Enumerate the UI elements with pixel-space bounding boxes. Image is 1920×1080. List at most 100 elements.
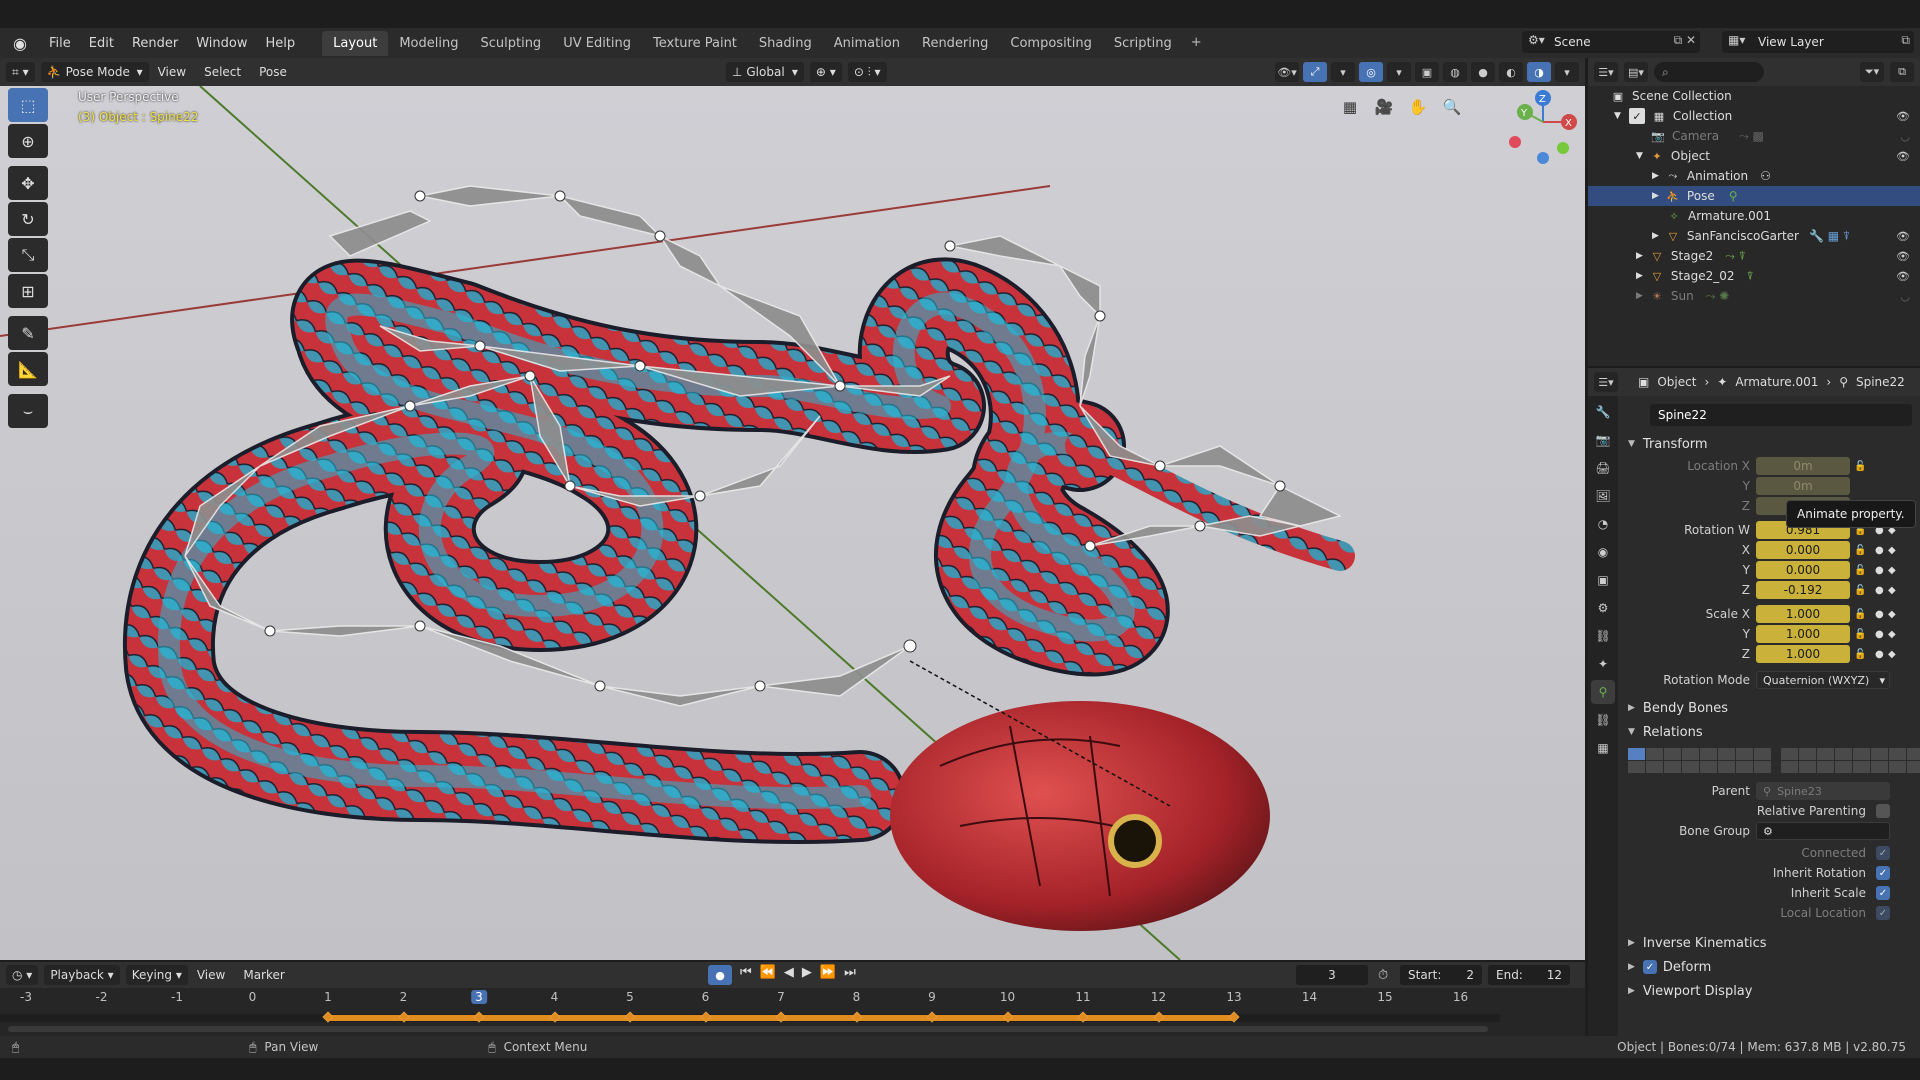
record-icon[interactable]: ● [708, 965, 732, 985]
animate-dot-icon[interactable]: ● [1875, 609, 1884, 620]
solid-shading-icon[interactable]: ● [1471, 62, 1495, 82]
outliner-row-camera[interactable]: 📷 Camera ⤳ ▩ ◡ [1588, 126, 1920, 146]
breadcrumb-object[interactable]: Object [1657, 375, 1696, 389]
add-workspace-button[interactable]: + [1183, 31, 1210, 56]
play-icon[interactable]: ▶ [802, 965, 812, 985]
keyframe-icon[interactable]: ◆ [1888, 585, 1896, 596]
frame-ruler[interactable]: -3 -2 -1 0 1 2 3 4 5 6 7 8 9 10 11 12 13 14 15 16 [0, 988, 1500, 1006]
layer-toggle[interactable] [1835, 748, 1852, 760]
wireframe-shading-icon[interactable]: ◍ [1443, 62, 1467, 82]
tab-animation[interactable]: Animation [823, 31, 911, 56]
layer-toggle[interactable] [1853, 761, 1870, 773]
frame-tick[interactable]: 11 [1075, 990, 1090, 1004]
tab-rendering[interactable]: Rendering [911, 31, 999, 56]
layer-toggle[interactable] [1628, 748, 1645, 760]
layer-toggle[interactable] [1754, 748, 1771, 760]
texture-tab-icon[interactable]: ▦ [1591, 736, 1615, 760]
frame-tick[interactable]: 15 [1377, 990, 1392, 1004]
eye-closed-icon[interactable]: ◡ [1900, 290, 1910, 303]
armature-data-tab-icon[interactable]: ✦ [1591, 652, 1615, 676]
world-tab-icon[interactable]: ◉ [1591, 540, 1615, 564]
tab-layout[interactable]: Layout [322, 30, 389, 56]
keyframe-icon[interactable]: ◆ [1888, 629, 1896, 640]
stopwatch-icon[interactable]: ⏱ [1378, 968, 1388, 983]
keyframe-icon[interactable]: ◆ [1888, 649, 1896, 660]
current-frame-field[interactable]: 3 [1296, 965, 1368, 985]
viewport-display-panel-header[interactable]: ▶ Viewport Display [1620, 979, 1920, 1003]
layer-toggle[interactable] [1781, 761, 1798, 773]
keyframe-icon[interactable]: ◆ [1888, 545, 1896, 556]
layer-toggle[interactable] [1700, 748, 1717, 760]
outliner-row-stage2-02[interactable]: ▶ ▽ Stage2_02 ⍒ 👁 [1588, 266, 1920, 286]
animate-dot-icon[interactable]: ● [1875, 565, 1884, 576]
layer-toggle[interactable] [1718, 761, 1735, 773]
tab-shading[interactable]: Shading [748, 31, 823, 56]
eye-icon[interactable]: 👁 [1896, 230, 1910, 243]
tab-compositing[interactable]: Compositing [999, 31, 1103, 56]
gizmo-dropdown-icon[interactable]: ▾ [1331, 62, 1355, 82]
layer-toggle[interactable] [1817, 761, 1834, 773]
pivot-dropdown[interactable]: ⊕ ▾ [809, 62, 842, 82]
frame-tick[interactable]: 13 [1226, 990, 1241, 1004]
frame-tick[interactable]: 14 [1302, 990, 1317, 1004]
scene-selector[interactable]: ⚙▾ Scene ⧉ ✕ [1522, 31, 1700, 53]
layer-toggle[interactable] [1628, 761, 1645, 773]
zoom-icon[interactable]: 🔍 [1439, 94, 1465, 120]
layer-toggle[interactable] [1682, 761, 1699, 773]
outliner-row-pose[interactable]: ▶ ⛹ Pose ⚲ [1588, 186, 1920, 206]
cursor-icon[interactable]: ⊕ [8, 124, 48, 158]
animate-dot-icon[interactable]: ● [1875, 545, 1884, 556]
animate-dot-icon[interactable]: ● [1875, 629, 1884, 640]
timeline-view-menu[interactable]: View [188, 968, 234, 982]
frame-tick[interactable]: 6 [702, 990, 710, 1004]
outliner-row-stage2[interactable]: ▶ ▽ Stage2 ⤳ ⍒ 👁 [1588, 246, 1920, 266]
lock-icon[interactable]: 🔓 [1854, 461, 1866, 472]
layer-toggle[interactable] [1817, 748, 1834, 760]
measure-icon[interactable]: 📐 [8, 352, 48, 386]
lock-icon[interactable]: 🔓 [1854, 545, 1866, 556]
keying-dropdown[interactable]: Keying ▾ [125, 965, 188, 985]
deform-checkbox[interactable]: ✓ [1642, 960, 1657, 974]
tab-modeling[interactable]: Modeling [388, 31, 469, 56]
transform-icon[interactable]: ⊞ [8, 274, 48, 308]
rotation-y-field[interactable]: 0.000 [1756, 561, 1850, 579]
outliner-row-armature[interactable]: ✧ Armature.001 [1588, 206, 1920, 226]
tab-scripting[interactable]: Scripting [1103, 31, 1183, 56]
constraint-tab-icon[interactable]: ⛓ [1591, 624, 1615, 648]
animate-dot-icon[interactable]: ● [1875, 585, 1884, 596]
tab-texture-paint[interactable]: Texture Paint [642, 31, 748, 56]
camera-view-icon[interactable]: 🎥 [1371, 94, 1397, 120]
lock-icon[interactable]: 🔓 [1854, 585, 1866, 596]
annotate-icon[interactable]: ✎ [8, 316, 48, 350]
eye-icon[interactable]: 👁 [1896, 250, 1910, 263]
layer-toggle[interactable] [1907, 761, 1920, 773]
outliner-row-object[interactable]: ▼ ✦ Object 👁 [1588, 146, 1920, 166]
layer-toggle[interactable] [1664, 748, 1681, 760]
bone-constraint-tab-icon[interactable]: ⛓ [1591, 708, 1615, 732]
frame-tick[interactable]: 1 [324, 990, 332, 1004]
layer-group-left[interactable] [1628, 748, 1771, 773]
visibility-icon[interactable]: 👁▾ [1275, 62, 1299, 82]
animate-dot-icon[interactable]: ● [1875, 649, 1884, 660]
layer-toggle[interactable] [1781, 748, 1798, 760]
tab-sculpting[interactable]: Sculpting [469, 31, 552, 56]
overlay-toggle-icon[interactable]: ◎ [1359, 62, 1383, 82]
eye-icon[interactable]: 👁 [1896, 110, 1910, 123]
display-mode-icon[interactable]: ▤▾ [1624, 62, 1648, 82]
menu-help[interactable]: Help [257, 32, 305, 55]
rotate-icon[interactable]: ↻ [8, 202, 48, 236]
scale-y-field[interactable]: 1.000 [1756, 625, 1850, 643]
layer-toggle[interactable] [1736, 761, 1753, 773]
menu-edit[interactable]: Edit [80, 32, 123, 55]
expand-icon[interactable]: ▶ [1636, 251, 1643, 261]
layer-toggle[interactable] [1646, 761, 1663, 773]
menu-render[interactable]: Render [123, 32, 187, 55]
layer-toggle[interactable] [1736, 748, 1753, 760]
layer-toggle[interactable] [1871, 748, 1888, 760]
new-scene-icon[interactable]: ⧉ ✕ [1674, 33, 1696, 48]
playback-dropdown[interactable]: Playback ▾ [44, 965, 120, 985]
rotation-mode-dropdown[interactable]: Quaternion (WXYZ) ▾ [1756, 671, 1890, 689]
frame-tick[interactable]: 10 [1000, 990, 1015, 1004]
frame-tick[interactable]: -3 [20, 990, 32, 1004]
relative-parenting-checkbox[interactable] [1876, 804, 1890, 818]
